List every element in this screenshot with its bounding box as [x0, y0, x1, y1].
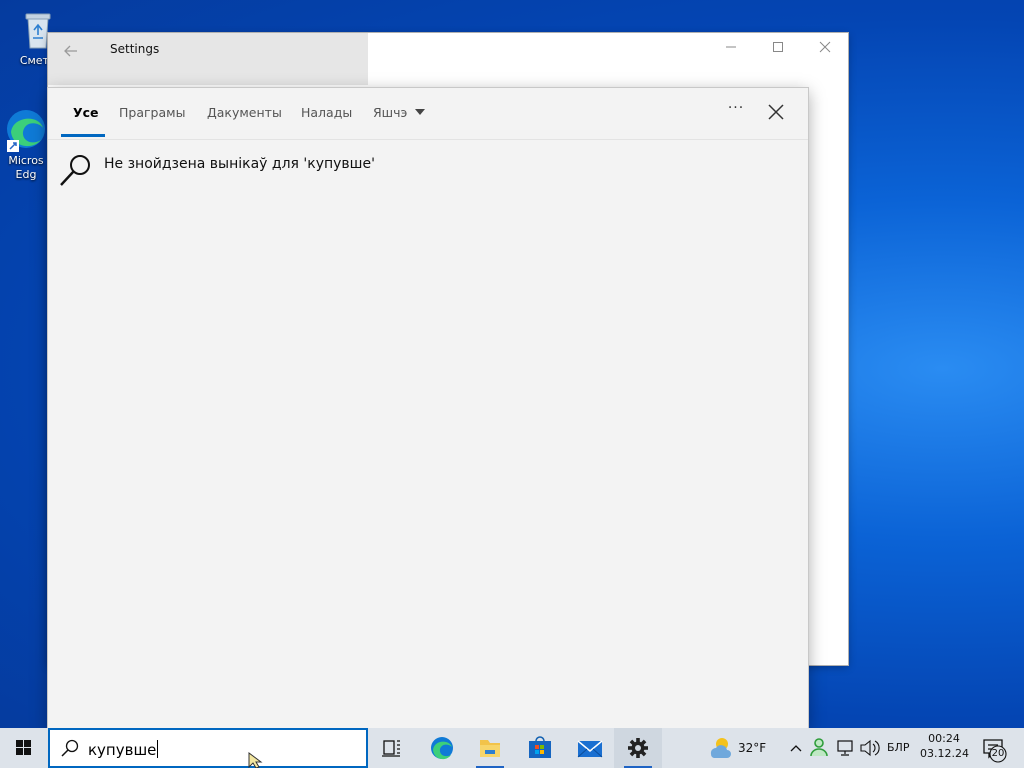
search-panel: Усе Праграмы Дакументы Налады Яшчэ ··· Н…	[48, 88, 808, 728]
close-window-button[interactable]	[814, 39, 836, 59]
search-query-text: купувше	[88, 741, 157, 759]
person-icon	[810, 738, 828, 757]
input-language-indicator[interactable]: БЛР	[887, 741, 909, 754]
back-arrow-icon[interactable]	[62, 42, 80, 60]
mail-icon	[577, 740, 603, 758]
close-icon	[768, 104, 784, 120]
text-caret	[157, 740, 159, 758]
volume-tray-button[interactable]	[858, 728, 880, 768]
taskbar-file-explorer[interactable]	[466, 728, 514, 768]
speaker-icon	[860, 739, 880, 757]
maximize-button[interactable]	[767, 39, 789, 59]
folder-icon	[480, 740, 500, 757]
network-icon	[837, 740, 853, 756]
settings-titlebar[interactable]: Settings	[48, 33, 848, 75]
weather-icon	[710, 738, 731, 758]
taskbar-store[interactable]	[516, 728, 564, 768]
taskbar: купувше 32°F БЛР 00:24 03.12.24 20	[0, 728, 1024, 768]
clock-date: 03.12.24	[920, 747, 969, 760]
tab-more[interactable]: Яшчэ	[373, 105, 426, 139]
chevron-up-icon	[790, 745, 802, 752]
no-results-message: Не знойдзена вынікаў для 'купувше'	[104, 156, 375, 172]
weather-widget[interactable]: 32°F	[704, 728, 774, 768]
taskbar-edge[interactable]	[418, 728, 466, 768]
taskbar-mail[interactable]	[566, 728, 614, 768]
notification-count-badge: 20	[991, 748, 1005, 759]
windows-logo-icon	[16, 740, 31, 755]
taskbar-search-input[interactable]: купувше	[48, 728, 368, 768]
active-tab-indicator	[61, 134, 105, 137]
mouse-cursor	[248, 752, 264, 768]
minimize-icon	[726, 46, 736, 48]
store-icon	[529, 736, 551, 758]
search-tabs: Усе Праграмы Дакументы Налады Яшчэ ···	[48, 88, 808, 140]
taskbar-settings[interactable]	[614, 728, 662, 768]
close-search-button[interactable]	[764, 100, 788, 124]
clock[interactable]: 00:24 03.12.24	[920, 728, 969, 768]
more-options-button[interactable]: ···	[724, 100, 748, 124]
task-view-button[interactable]	[368, 728, 416, 768]
people-tray-button[interactable]	[808, 728, 830, 768]
tab-apps[interactable]: Праграмы	[119, 105, 185, 139]
edge-icon	[5, 106, 47, 152]
search-icon	[60, 738, 80, 758]
clock-time: 00:24	[928, 732, 960, 745]
tab-documents[interactable]: Дакументы	[207, 105, 282, 139]
tray-overflow-button[interactable]	[786, 728, 806, 768]
magnifier-icon	[58, 152, 94, 188]
maximize-icon	[773, 42, 783, 52]
gear-icon	[628, 738, 648, 758]
task-view-icon	[382, 740, 400, 757]
edge-icon	[431, 737, 453, 760]
weather-temperature: 32°F	[738, 741, 767, 755]
settings-window-title: Settings	[110, 42, 160, 56]
close-icon	[819, 41, 831, 53]
minimize-button[interactable]	[720, 39, 742, 59]
dropdown-caret-icon	[415, 109, 426, 115]
tab-more-label: Яшчэ	[373, 105, 408, 120]
tab-settings[interactable]: Налады	[301, 105, 352, 139]
start-button[interactable]	[0, 728, 48, 768]
notification-center-button[interactable]: 20	[978, 728, 1012, 768]
search-input-value: купувше	[88, 740, 159, 759]
network-tray-button[interactable]	[834, 728, 856, 768]
